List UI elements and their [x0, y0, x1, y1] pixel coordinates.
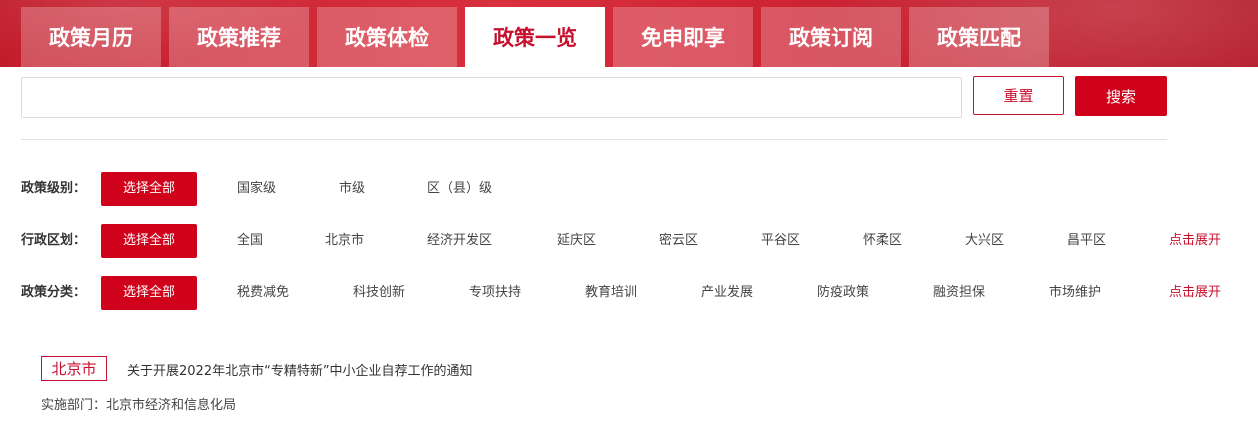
tab-policy-overview[interactable]: 政策一览 [465, 7, 605, 67]
search-input[interactable] [21, 77, 962, 118]
filter-option-special-support[interactable]: 专项扶持 [469, 276, 521, 310]
filter-option-tax-relief[interactable]: 税费减免 [237, 276, 289, 310]
department-label: 实施部门： [41, 398, 107, 413]
expand-region-link[interactable]: 点击展开 [1169, 224, 1221, 258]
tab-policy-checkup[interactable]: 政策体检 [317, 7, 457, 67]
filter-row-category: 政策分类： 选择全部 税费减免 科技创新 专项扶持 教育培训 产业发展 防疫政策… [0, 276, 1258, 310]
department-name: 北京市经济和信息化局 [106, 398, 237, 413]
filter-option-select-all[interactable]: 选择全部 [101, 276, 197, 310]
filter-option-tech-innovation[interactable]: 科技创新 [353, 276, 405, 310]
filter-option-miyun[interactable]: 密云区 [659, 224, 698, 258]
department-line: 实施部门：北京市经济和信息化局 [41, 394, 236, 413]
policy-title-link[interactable]: 关于开展2022年北京市“专精特新”中小企业自荐工作的通知 [127, 360, 473, 379]
filter-option-econ-dev-zone[interactable]: 经济开发区 [427, 224, 492, 258]
filter-option-beijing[interactable]: 北京市 [325, 224, 364, 258]
tab-bar: 政策月历 政策推荐 政策体检 政策一览 免申即享 政策订阅 政策匹配 [21, 7, 1057, 67]
filter-option-district[interactable]: 区（县）级 [427, 172, 492, 206]
filter-option-daxing[interactable]: 大兴区 [965, 224, 1004, 258]
top-banner: 政策月历 政策推荐 政策体检 政策一览 免申即享 政策订阅 政策匹配 [0, 0, 1258, 67]
filter-option-select-all[interactable]: 选择全部 [101, 224, 197, 258]
tab-exempt-apply[interactable]: 免申即享 [613, 7, 753, 67]
filter-option-nationwide[interactable]: 全国 [237, 224, 263, 258]
filter-option-national[interactable]: 国家级 [237, 172, 276, 206]
filter-option-financing[interactable]: 融资担保 [933, 276, 985, 310]
filter-option-education[interactable]: 教育培训 [585, 276, 637, 310]
tab-policy-recommend[interactable]: 政策推荐 [169, 7, 309, 67]
filter-option-pinggu[interactable]: 平谷区 [761, 224, 800, 258]
expand-category-link[interactable]: 点击展开 [1169, 276, 1221, 310]
filter-option-changping[interactable]: 昌平区 [1067, 224, 1106, 258]
filter-label-level: 政策级别： [21, 181, 87, 196]
tab-policy-calendar[interactable]: 政策月历 [21, 7, 161, 67]
filter-row-region: 行政区划： 选择全部 全国 北京市 经济开发区 延庆区 密云区 平谷区 怀柔区 … [0, 224, 1258, 258]
filter-option-yanqing[interactable]: 延庆区 [557, 224, 596, 258]
divider [21, 139, 1167, 140]
tab-policy-subscribe[interactable]: 政策订阅 [761, 7, 901, 67]
filter-label-category: 政策分类： [21, 285, 87, 300]
reset-button[interactable]: 重置 [973, 76, 1064, 115]
filter-label-region: 行政区划： [21, 233, 87, 248]
tab-policy-match[interactable]: 政策匹配 [909, 7, 1049, 67]
filter-option-municipal[interactable]: 市级 [339, 172, 365, 206]
filter-row-level: 政策级别： 选择全部 国家级 市级 区（县）级 [0, 172, 1258, 206]
filter-option-select-all[interactable]: 选择全部 [101, 172, 197, 206]
filter-option-huairou[interactable]: 怀柔区 [863, 224, 902, 258]
filter-option-market[interactable]: 市场维护 [1049, 276, 1101, 310]
filter-option-epidemic[interactable]: 防疫政策 [817, 276, 869, 310]
city-tag: 北京市 [41, 356, 107, 381]
filter-option-industry[interactable]: 产业发展 [701, 276, 753, 310]
search-button[interactable]: 搜索 [1075, 76, 1167, 116]
